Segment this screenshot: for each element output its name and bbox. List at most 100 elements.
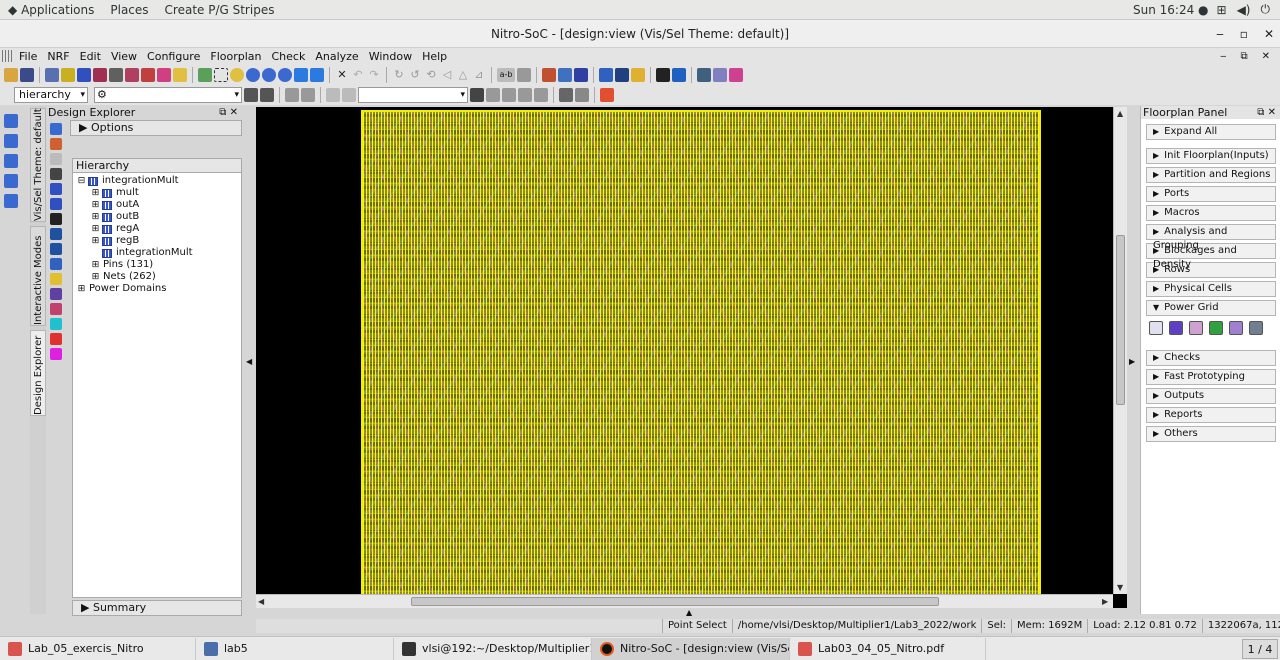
arrow-tool-icon[interactable] [534, 88, 548, 102]
chart-icon[interactable] [125, 67, 139, 82]
list-icon[interactable] [558, 67, 572, 82]
forward-arrow-icon[interactable] [310, 67, 324, 82]
collapse-icon[interactable]: ⊟ [77, 175, 86, 187]
expand-icon[interactable]: ⊞ [91, 199, 100, 211]
person-icon[interactable] [600, 88, 614, 102]
pan-icon[interactable] [486, 88, 500, 102]
align-icon[interactable]: △ [456, 68, 470, 82]
task-terminal[interactable]: vlsi@192:~/Desktop/Multiplier1/Lab... [394, 637, 592, 660]
inner-minimize-button[interactable]: ‒ [1220, 51, 1226, 62]
zoom-tool-icon[interactable] [4, 134, 18, 148]
menu-help[interactable]: Help [417, 50, 452, 63]
probe-icon[interactable] [285, 88, 299, 102]
maximize-button[interactable]: ▫ [1240, 20, 1248, 48]
connectivity-icon[interactable] [50, 258, 62, 270]
stripe-icon[interactable] [1149, 321, 1163, 335]
via-icon[interactable] [1229, 321, 1243, 335]
menu-check[interactable]: Check [267, 50, 311, 63]
collapse-right-icon[interactable]: ▶ [1129, 357, 1135, 366]
wave-icon[interactable] [141, 67, 155, 82]
measure-icon[interactable] [517, 67, 531, 82]
expand-icon[interactable]: ⊞ [91, 211, 100, 223]
floorplan-section-button[interactable]: ▶ Rows [1146, 262, 1276, 278]
scroll-up-icon[interactable]: ▲ [1117, 109, 1123, 118]
pg-settings-icon[interactable] [1249, 321, 1263, 335]
floorplan-section-button[interactable]: ▶ Physical Cells [1146, 281, 1276, 297]
expand-icon[interactable]: ⊞ [77, 283, 86, 295]
scroll-left-icon[interactable]: ◀ [258, 597, 264, 606]
back-arrow-icon[interactable] [294, 67, 308, 82]
pan-tool-icon[interactable] [4, 154, 18, 168]
pencil-icon[interactable] [50, 138, 62, 150]
scroll-right-icon[interactable]: ▶ [1102, 597, 1108, 606]
float-icon[interactable]: ⧉ [1257, 107, 1264, 118]
pointer-icon[interactable] [50, 123, 62, 135]
tree-row[interactable]: ⊞ regB [77, 235, 241, 247]
zoom-icon[interactable] [246, 67, 260, 82]
ring-icon[interactable] [1169, 321, 1183, 335]
floorplan-section-button[interactable]: ▶ Partition and Regions [1146, 167, 1276, 183]
layout-icon[interactable] [45, 67, 59, 82]
print-icon[interactable] [109, 67, 123, 82]
menu-configure[interactable]: Configure [142, 50, 205, 63]
active-app-menu[interactable]: Create P/G Stripes [157, 3, 283, 17]
tree-row[interactable]: integrationMult [77, 247, 241, 259]
grid-icon[interactable] [77, 67, 91, 82]
layer-select[interactable] [358, 87, 468, 103]
edit-icon[interactable] [559, 88, 573, 102]
report-tool-icon[interactable] [50, 303, 62, 315]
select-arrow-icon[interactable] [4, 114, 18, 128]
tree-row[interactable]: ⊞ mult [77, 187, 241, 199]
fit-icon[interactable] [198, 67, 212, 82]
folder-new-icon[interactable] [173, 67, 187, 82]
eraser-icon[interactable] [575, 88, 589, 102]
frame-icon[interactable] [50, 213, 62, 225]
close-button[interactable]: ✕ [1264, 20, 1274, 48]
search-input[interactable]: ⚙ [94, 87, 242, 103]
expand-icon[interactable]: ⊞ [91, 235, 100, 247]
monitor-icon[interactable] [656, 67, 670, 82]
move-icon[interactable]: ⊿ [472, 68, 486, 82]
clock[interactable]: Sun 16:24 ● [1125, 3, 1217, 17]
pin-icon[interactable] [502, 88, 516, 102]
floorplan-section-button[interactable]: ▼ Power Grid [1146, 300, 1276, 316]
magenta-box-icon[interactable] [50, 348, 62, 360]
panel-close-icon[interactable]: ✕ [1268, 107, 1276, 118]
expand-icon[interactable]: ⊞ [91, 259, 100, 271]
hierarchy-select[interactable]: hierarchy [14, 87, 88, 103]
floorplan-section-button[interactable]: ▶ Macros [1146, 205, 1276, 221]
brush-icon[interactable] [50, 153, 62, 165]
ruler-clear-icon[interactable] [342, 88, 356, 102]
stop-icon[interactable] [470, 88, 484, 102]
applications-menu[interactable]: ◆ Applications [0, 3, 102, 17]
tree-row[interactable]: ⊟ integrationMult [77, 175, 241, 187]
path-icon[interactable] [157, 67, 171, 82]
menu-view[interactable]: View [106, 50, 142, 63]
menu-file[interactable]: File [14, 50, 42, 63]
grid-view-icon[interactable] [574, 67, 588, 82]
route-icon[interactable] [599, 67, 613, 82]
cells-icon[interactable] [713, 67, 727, 82]
float-icon[interactable]: ⧉ [219, 107, 226, 118]
connect-icon[interactable] [615, 67, 629, 82]
tab-interactive-modes[interactable]: Interactive Modes [30, 226, 46, 326]
options-section[interactable]: ▶ Options [70, 120, 242, 136]
places-menu[interactable]: Places [102, 3, 156, 17]
color-icon[interactable] [729, 67, 743, 82]
redo-icon[interactable]: ↷ [367, 68, 381, 82]
tree-row[interactable]: ⊞ regA [77, 223, 241, 235]
inner-restore-button[interactable]: ⧉ [1240, 51, 1247, 62]
tab-vis-sel-theme[interactable]: Vis/Sel Theme: default [30, 108, 46, 222]
task-lab05-exercis[interactable]: Lab_05_exercis_Nitro [0, 637, 196, 660]
red-box-icon[interactable] [50, 333, 62, 345]
expand-icon[interactable]: ⊞ [91, 223, 100, 235]
panel-close-icon[interactable]: ✕ [230, 107, 238, 118]
rotate-ccw-icon[interactable]: ↺ [408, 68, 422, 82]
collapse-left-icon[interactable]: ◀ [246, 357, 252, 366]
core-ring-icon[interactable] [1189, 321, 1203, 335]
table-icon[interactable] [542, 67, 556, 82]
select-area-icon[interactable] [214, 67, 228, 82]
collapse-bottom-icon[interactable]: ▲ [686, 608, 692, 617]
workspace-pager[interactable]: 1 / 4 [1242, 638, 1278, 659]
probe-clear-icon[interactable] [301, 88, 315, 102]
